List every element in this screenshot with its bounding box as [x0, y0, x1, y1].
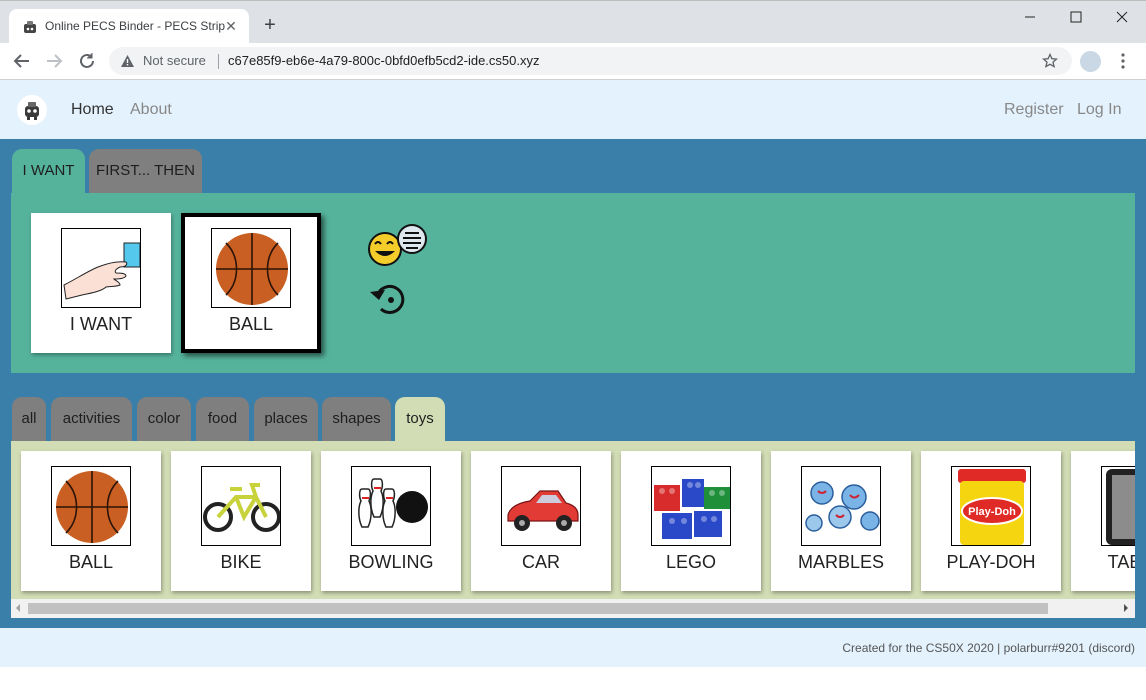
- tab-first-then[interactable]: FIRST... THEN: [89, 149, 202, 193]
- plus-icon[interactable]: +: [260, 15, 280, 35]
- tab-activities[interactable]: activities: [51, 397, 132, 441]
- library-scrollbar[interactable]: [11, 599, 1135, 618]
- main-area: I WANT FIRST... THEN I WANT BALL all act…: [0, 139, 1146, 628]
- forward-icon[interactable]: [44, 51, 64, 71]
- tab-all[interactable]: all: [12, 397, 46, 441]
- library-card-marbles[interactable]: MARBLES: [771, 451, 911, 591]
- not-secure-label: Not secure: [143, 53, 206, 68]
- card-image: [1101, 466, 1135, 546]
- favicon-icon: [24, 21, 36, 33]
- card-image: Play-Doh: [951, 466, 1031, 546]
- card-image: [61, 228, 141, 308]
- reload-icon[interactable]: [77, 51, 97, 71]
- card-label: BALL: [228, 314, 274, 334]
- scroll-right-icon[interactable]: [1121, 603, 1131, 613]
- tab-i-want[interactable]: I WANT: [12, 149, 85, 193]
- strip-card-ball[interactable]: BALL: [181, 213, 321, 353]
- card-image: [351, 466, 431, 546]
- warning-icon: [121, 55, 134, 67]
- card-label: I WANT: [69, 314, 133, 334]
- library-card-lego[interactable]: LEGO: [621, 451, 761, 591]
- close-icon[interactable]: ✕: [223, 18, 239, 34]
- nav-about-link[interactable]: About: [130, 101, 172, 119]
- tab-title: Online PECS Binder - PECS Strip: [45, 19, 226, 33]
- address-bar[interactable]: Not secure c67e85f9-eb6e-4a79-800c-0bfd0…: [109, 47, 1072, 75]
- card-image: [651, 466, 731, 546]
- picture-library: BALL BIKE BOWLING CAR LEGO MARBLES Play-…: [11, 441, 1135, 618]
- star-icon[interactable]: [1042, 53, 1058, 69]
- sentence-strip: I WANT BALL: [11, 193, 1135, 373]
- minimize-icon[interactable]: [1020, 7, 1040, 27]
- bowling-icon: [358, 478, 428, 528]
- browser-tabstrip: Online PECS Binder - PECS Strip ✕ +: [0, 0, 1146, 44]
- play-doh-logo-text: Play-Doh: [968, 506, 1016, 518]
- omnibox-separator: [218, 54, 219, 69]
- site-navbar: Home About Register Log In: [0, 80, 1146, 139]
- url-text: c67e85f9-eb6e-4a79-800c-0bfd0efb5cd2-ide…: [228, 53, 540, 68]
- card-image: [801, 466, 881, 546]
- strip-card-i-want[interactable]: I WANT: [31, 213, 171, 353]
- footer-credit: Created for the CS50X 2020 | polarburr#9…: [842, 641, 1135, 655]
- card-label: BOWLING: [348, 552, 434, 572]
- card-label: PLAY-DOH: [946, 552, 1036, 572]
- marbles-icon: [805, 481, 880, 532]
- card-image: [211, 228, 291, 308]
- nav-login-link[interactable]: Log In: [1077, 101, 1121, 119]
- play-doh-icon: Play-Doh: [958, 469, 1026, 545]
- window-close-icon[interactable]: [1112, 7, 1132, 27]
- lego-bricks-icon: [654, 479, 730, 539]
- tab-toys[interactable]: toys: [395, 397, 445, 441]
- tab-food[interactable]: food: [196, 397, 249, 441]
- reaching-hand-icon: [63, 242, 140, 300]
- tablet-icon: [1106, 469, 1135, 545]
- brand-logo[interactable]: [17, 95, 47, 125]
- library-card-play-doh[interactable]: Play-Doh PLAY-DOH: [921, 451, 1061, 591]
- card-label: TABLET: [1107, 552, 1135, 572]
- nav-register-link[interactable]: Register: [1004, 101, 1064, 119]
- profile-icon[interactable]: [1080, 51, 1101, 72]
- basketball-icon: [56, 471, 128, 543]
- kebab-menu-icon[interactable]: [1117, 52, 1129, 70]
- tab-color[interactable]: color: [137, 397, 191, 441]
- card-label: CAR: [521, 552, 560, 572]
- reset-icon[interactable]: [368, 280, 410, 318]
- scroll-left-icon[interactable]: [13, 603, 23, 613]
- footer: Created for the CS50X 2020 | polarburr#9…: [0, 628, 1146, 667]
- browser-tab[interactable]: Online PECS Binder - PECS Strip ✕: [9, 9, 249, 44]
- library-card-ball[interactable]: BALL: [21, 451, 161, 591]
- nav-home-link[interactable]: Home: [71, 101, 114, 119]
- maximize-icon[interactable]: [1066, 7, 1086, 27]
- library-card-bowling[interactable]: BOWLING: [321, 451, 461, 591]
- tab-places[interactable]: places: [254, 397, 318, 441]
- card-image: [501, 466, 581, 546]
- bike-icon: [203, 483, 280, 532]
- card-label: LEGO: [665, 552, 717, 572]
- library-card-bike[interactable]: BIKE: [171, 451, 311, 591]
- library-card-car[interactable]: CAR: [471, 451, 611, 591]
- card-label: MARBLES: [797, 552, 885, 572]
- toy-car-icon: [507, 490, 579, 531]
- back-icon[interactable]: [12, 51, 32, 71]
- scroll-thumb[interactable]: [28, 603, 1048, 614]
- library-card-tablet[interactable]: TABLET: [1071, 451, 1135, 591]
- card-label: BIKE: [220, 552, 262, 572]
- page-bottom: [0, 667, 1146, 700]
- tab-shapes[interactable]: shapes: [322, 397, 391, 441]
- speaking-face-icon[interactable]: [367, 224, 429, 268]
- card-label: BALL: [68, 552, 114, 572]
- browser-toolbar: Not secure c67e85f9-eb6e-4a79-800c-0bfd0…: [0, 43, 1146, 80]
- robot-icon: [25, 102, 39, 120]
- card-image: [201, 466, 281, 546]
- basketball-icon: [216, 233, 288, 305]
- card-image: [51, 466, 131, 546]
